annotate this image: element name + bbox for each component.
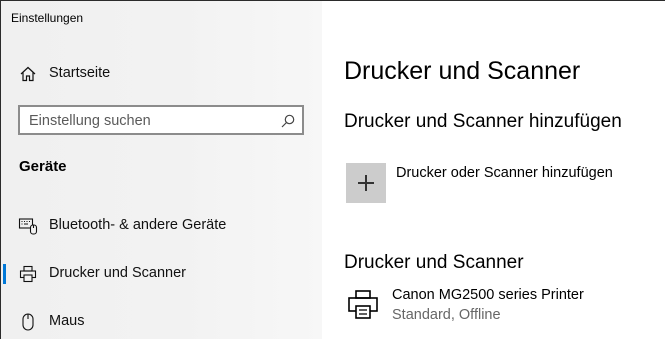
- sidebar-item-home[interactable]: Startseite: [1, 54, 322, 94]
- sidebar-item-label: Maus: [49, 313, 85, 329]
- search-box[interactable]: [18, 105, 304, 135]
- search-input[interactable]: [29, 112, 269, 130]
- printer-icon: [17, 264, 39, 284]
- add-printer-button[interactable]: [346, 163, 386, 203]
- home-icon: [17, 64, 39, 84]
- sidebar-item-label: Bluetooth- & andere Geräte: [49, 217, 227, 233]
- bluetooth-devices-icon: [17, 216, 39, 236]
- section-title: Geräte: [19, 158, 67, 175]
- printer-name: Canon MG2500 series Printer: [392, 287, 584, 303]
- sidebar: Einstellungen Startseite Geräte: [1, 1, 322, 339]
- sidebar-item-printers[interactable]: Drucker und Scanner: [1, 254, 322, 294]
- sidebar-item-label: Drucker und Scanner: [49, 265, 187, 281]
- sidebar-item-label: Startseite: [49, 65, 111, 81]
- page-title: Drucker und Scanner: [344, 57, 581, 85]
- printer-status: Standard, Offline: [392, 307, 501, 323]
- sidebar-item-mouse[interactable]: Maus: [1, 302, 322, 342]
- printer-icon: [346, 288, 380, 322]
- search-icon[interactable]: [280, 113, 296, 129]
- mouse-icon: [17, 312, 39, 332]
- printer-list-item[interactable]: Canon MG2500 series Printer Standard, Of…: [344, 285, 644, 329]
- app-title: Einstellungen: [11, 11, 84, 25]
- add-printer-label[interactable]: Drucker oder Scanner hinzufügen: [396, 165, 613, 181]
- main-content: Drucker und Scanner Drucker und Scanner …: [322, 1, 665, 339]
- add-section-heading: Drucker und Scanner hinzufügen: [344, 111, 622, 132]
- sidebar-item-bluetooth[interactable]: Bluetooth- & andere Geräte: [1, 206, 322, 246]
- printers-list-heading: Drucker und Scanner: [344, 252, 524, 273]
